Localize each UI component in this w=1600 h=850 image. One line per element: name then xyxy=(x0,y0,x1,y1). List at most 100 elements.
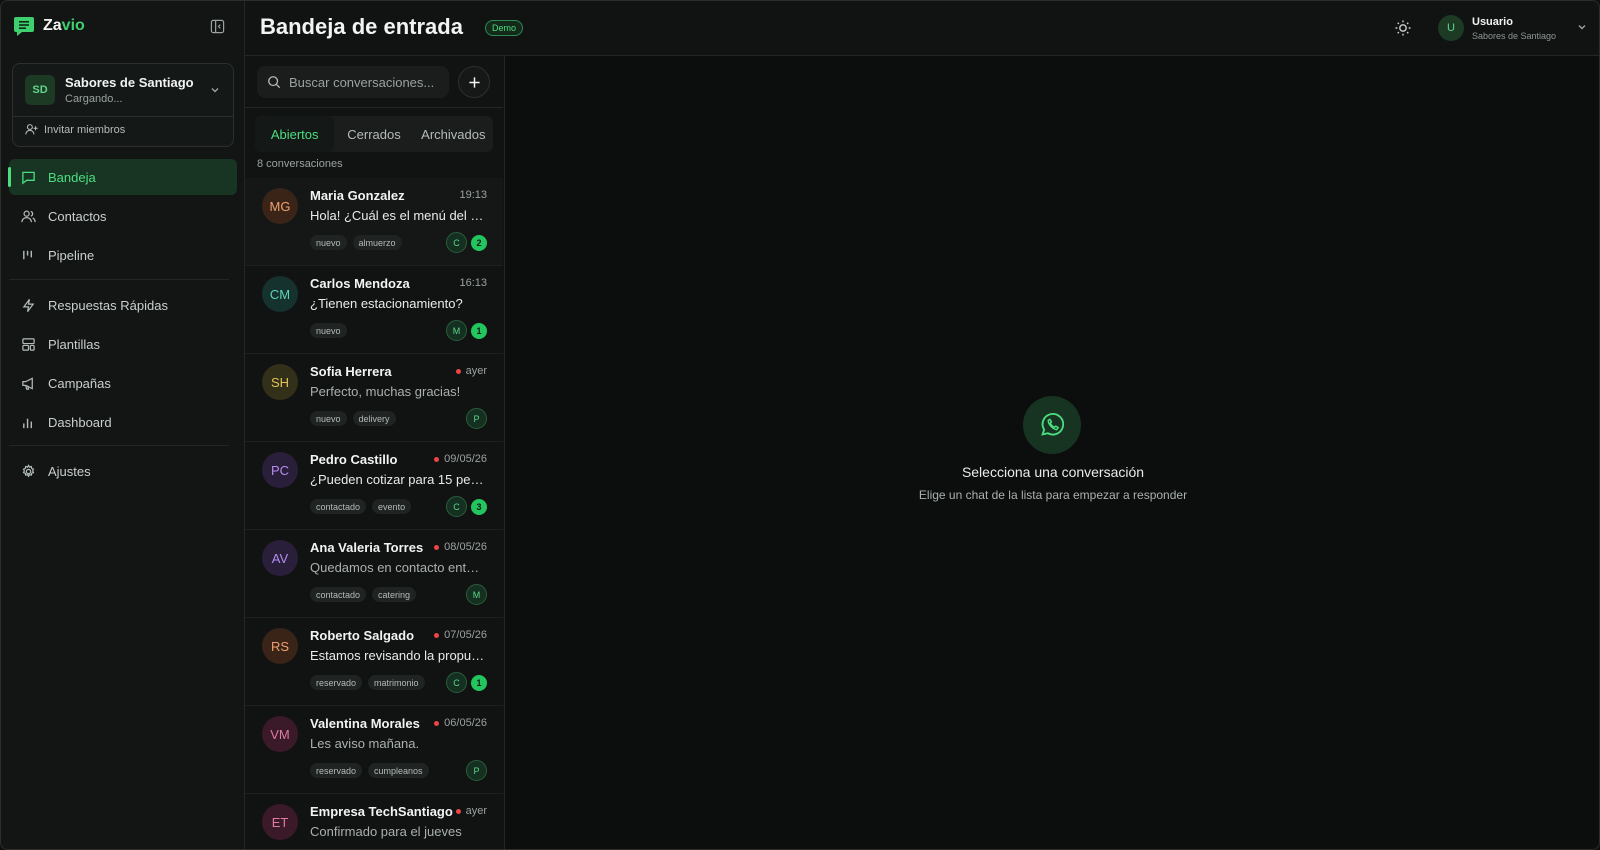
tag: nuevo xyxy=(310,235,347,250)
search-icon xyxy=(268,76,281,89)
conversation-time: 07/05/26 xyxy=(434,629,487,641)
nav-item-plantillas[interactable]: Plantillas xyxy=(9,326,237,362)
collapse-sidebar-button[interactable] xyxy=(207,16,227,36)
tag: evento xyxy=(372,499,412,514)
avatar: PC xyxy=(262,452,298,488)
whatsapp-icon xyxy=(1023,396,1081,454)
chat-logo-icon xyxy=(14,17,34,36)
nav-label: Dashboard xyxy=(48,414,112,430)
conversation-meta: C2 xyxy=(446,232,487,253)
user-menu[interactable]: U Usuario Sabores de Santiago xyxy=(1438,13,1588,43)
avatar: VM xyxy=(262,716,298,752)
nav-item-pipeline[interactable]: Pipeline xyxy=(9,237,237,273)
tab-archivados[interactable]: Archivados xyxy=(414,116,493,152)
plus-icon xyxy=(468,76,480,88)
message-preview: ¿Pueden cotizar para 15 personas? xyxy=(310,472,486,487)
brand-name-part1: Za xyxy=(43,17,62,34)
tag-list: reservado cumpleanos xyxy=(310,763,429,778)
user-name: Usuario xyxy=(1472,15,1513,28)
tag-list: nuevo xyxy=(310,323,347,338)
tag: contactado xyxy=(310,587,367,602)
contact-name: Roberto Salgado xyxy=(310,628,415,643)
gear-icon xyxy=(20,463,36,479)
conversation-item[interactable]: RS Roberto Salgado 07/05/26 Estamos revisan… xyxy=(245,618,503,706)
status-dot xyxy=(455,808,461,814)
status-dot xyxy=(434,544,440,550)
user-plus-icon xyxy=(25,124,38,135)
brand[interactable]: Zavio xyxy=(13,13,85,39)
new-conversation-button[interactable] xyxy=(458,66,490,98)
chevron-down-icon xyxy=(211,88,219,93)
search-input[interactable] xyxy=(289,74,439,90)
message-preview: Hola! ¿Cuál es el menú del día? xyxy=(310,208,486,223)
status-dot xyxy=(455,368,461,374)
conversation-item[interactable]: SH Sofia Herrera ayer Perfecto, muchas grac… xyxy=(245,354,503,442)
message-preview: Perfecto, muchas gracias! xyxy=(310,384,461,399)
tab-cerrados[interactable]: Cerrados xyxy=(334,116,413,152)
message-preview: ¿Tienen estacionamiento? xyxy=(310,296,463,311)
nav-item-contactos[interactable]: Contactos xyxy=(9,198,237,234)
nav-label: Pipeline xyxy=(48,247,95,263)
contact-name: Empresa TechSantiago xyxy=(310,804,453,819)
theme-toggle-button[interactable] xyxy=(1393,18,1413,38)
avatar: SH xyxy=(262,364,298,400)
nav-item-campanas[interactable]: Campañas xyxy=(9,365,237,401)
nav-label: Ajustes xyxy=(48,463,91,479)
user-organization: Sabores de Santiago xyxy=(1472,30,1557,41)
app-window: Zavio SD Sabores de Santiago Cargando... xyxy=(0,0,1600,850)
tag: cumpleanos xyxy=(368,763,429,778)
contact-name: Ana Valeria Torres xyxy=(310,540,424,555)
nav-item-respuestas-rapidas[interactable]: Respuestas Rápidas xyxy=(9,287,237,323)
invite-members-button[interactable]: Invitar miembros xyxy=(25,123,125,136)
unread-count-badge: 3 xyxy=(471,498,487,515)
nav-item-ajustes[interactable]: Ajustes xyxy=(9,453,237,489)
conversation-time: 06/05/26 xyxy=(434,717,487,729)
avatar: AV xyxy=(262,540,298,576)
conversation-tabs: Abiertos Cerrados Archivados xyxy=(255,116,493,152)
nav-divider xyxy=(9,279,229,280)
time-label: 19:13 xyxy=(459,189,487,201)
invite-members-label: Invitar miembros xyxy=(44,123,126,136)
tag: nuevo xyxy=(310,411,347,426)
tag-list: contactado catering xyxy=(310,587,417,602)
users-icon xyxy=(20,208,36,224)
tag-list: reservado matrimonio xyxy=(310,675,425,690)
time-label: ayer xyxy=(465,805,487,817)
empty-state-subtitle: Elige un chat de la lista para empezar a… xyxy=(918,488,1188,502)
tag: delivery xyxy=(352,411,396,426)
tag-list: contactado evento xyxy=(310,499,412,514)
nav-label: Campañas xyxy=(48,375,111,391)
conversation-item[interactable]: CM Carlos Mendoza 16:13 ¿Tienen estacionami… xyxy=(245,266,503,354)
tag: reservado xyxy=(310,675,363,690)
message-preview: Les aviso mañana. xyxy=(310,736,420,751)
message-preview: Confirmado para el jueves xyxy=(310,824,462,839)
nav-item-bandeja[interactable]: Bandeja xyxy=(8,159,237,195)
conversation-item[interactable]: ET Empresa TechSantiago ayer Confirmado par… xyxy=(245,794,503,849)
chat-area: Selecciona una conversación Elige un cha… xyxy=(505,56,1599,849)
contact-name: Pedro Castillo xyxy=(310,452,398,467)
conversation-time: ayer xyxy=(455,805,487,817)
settings-nav: Ajustes xyxy=(9,453,237,492)
message-square-icon xyxy=(20,169,36,185)
tab-abiertos[interactable]: Abiertos xyxy=(255,116,335,152)
time-label: 07/05/26 xyxy=(444,629,487,641)
bar-chart-icon xyxy=(20,414,36,430)
conversation-item[interactable]: MG Maria Gonzalez 19:13 Hola! ¿Cuál es el m… xyxy=(245,178,503,266)
status-dot xyxy=(434,632,440,638)
search-box xyxy=(257,66,449,98)
avatar: ET xyxy=(262,804,298,840)
conversation-time: 16:13 xyxy=(459,277,487,289)
assigned-agent-badge: C xyxy=(446,496,467,517)
conversation-item[interactable]: AV Ana Valeria Torres 08/05/26 Quedamos en … xyxy=(245,530,503,618)
conversation-list-panel: Abiertos Cerrados Archivados 8 conversac… xyxy=(245,56,505,849)
conversation-item[interactable]: PC Pedro Castillo 09/05/26 ¿Pueden cotizar … xyxy=(245,442,503,530)
conversation-item[interactable]: VM Valentina Morales 06/05/26 Les aviso mañ… xyxy=(245,706,503,794)
conversation-meta: M xyxy=(466,584,487,605)
organization-card: SD Sabores de Santiago Cargando... Invit… xyxy=(12,63,234,147)
nav-label: Plantillas xyxy=(48,336,101,352)
organization-switcher[interactable]: SD Sabores de Santiago Cargando... xyxy=(13,64,233,116)
assigned-agent-badge: M xyxy=(466,584,487,605)
nav-item-dashboard[interactable]: Dashboard xyxy=(9,404,237,440)
avatar: U xyxy=(1438,15,1464,41)
conversation-meta: C3 xyxy=(446,496,487,517)
